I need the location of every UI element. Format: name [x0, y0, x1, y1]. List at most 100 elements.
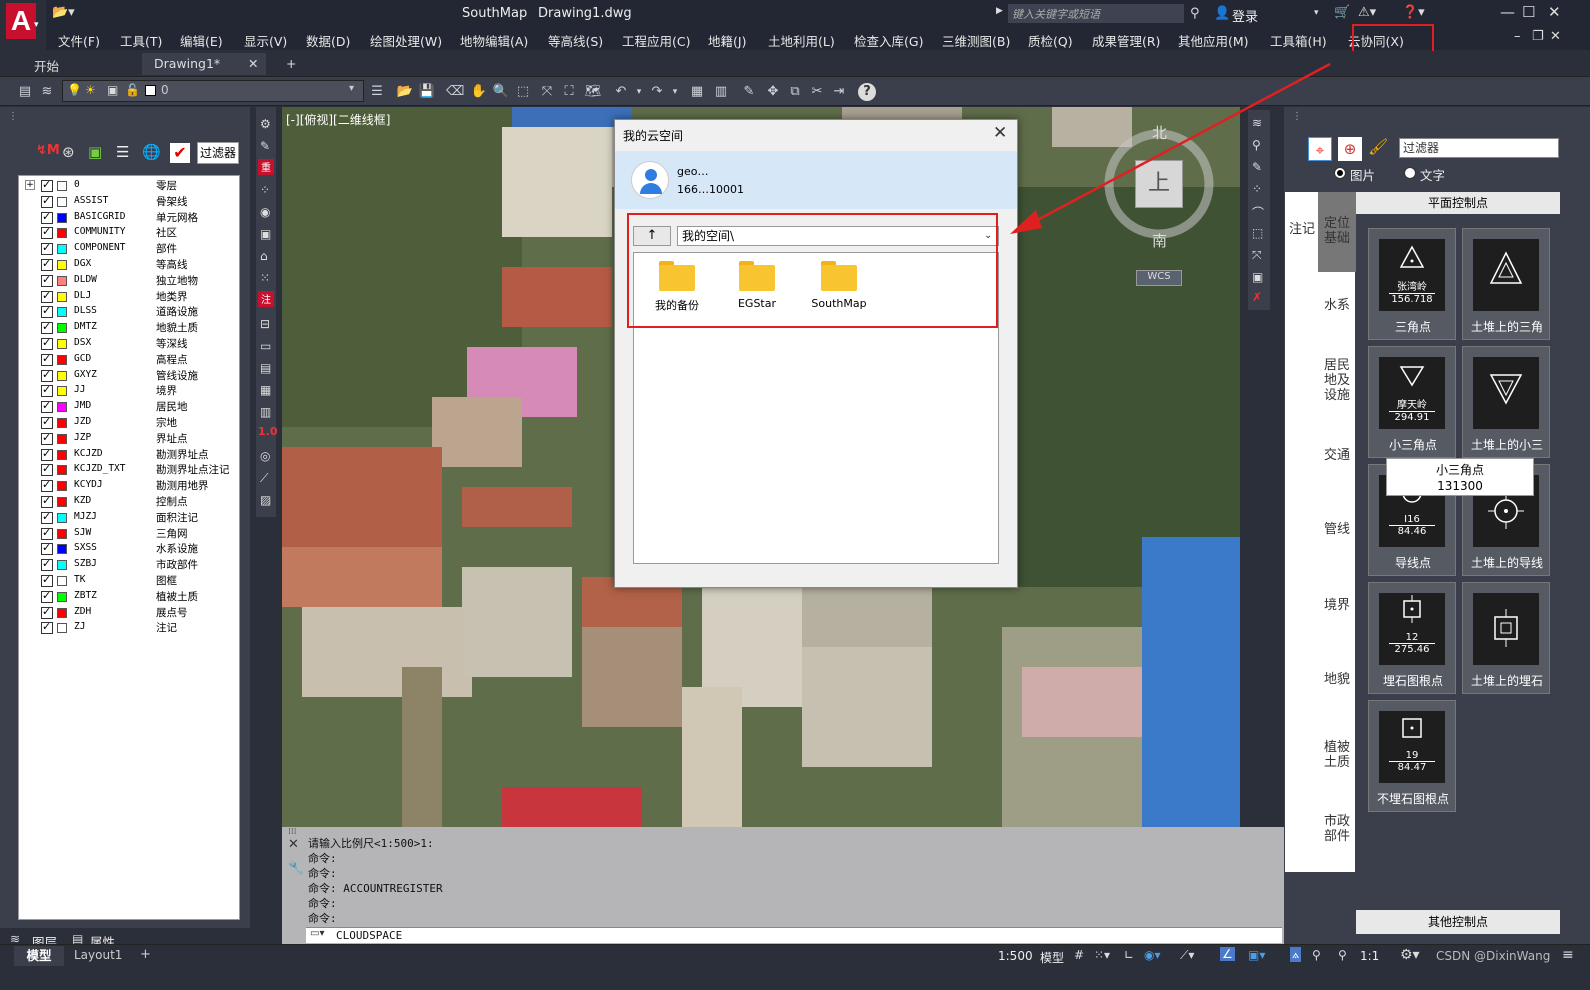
symbol-group-footer[interactable]: 其他控制点 — [1356, 910, 1560, 934]
symbol-minor-triangulation-point[interactable]: 摩天岭 294.91 小三角点 — [1368, 346, 1456, 458]
strip-tool-6-icon[interactable]: ⌂ — [260, 249, 268, 263]
redo-dropdown-icon[interactable]: ▾ — [666, 83, 684, 101]
menu-cadastre[interactable]: 地籍(J) — [708, 31, 746, 50]
annotation-icon[interactable]: ⟑ — [1290, 947, 1302, 962]
category-pipeline[interactable]: 管线 — [1318, 522, 1356, 537]
layer-row[interactable]: TK 图框 — [19, 573, 241, 589]
menu-tools[interactable]: 工具(T) — [120, 31, 162, 50]
strip-note-icon[interactable]: 注 — [258, 291, 274, 307]
layer-row[interactable]: JJ 境界 — [19, 383, 241, 399]
layer-visibility-checkbox[interactable] — [41, 620, 53, 635]
layer-color-swatch[interactable] — [57, 291, 67, 302]
layer-visibility-checkbox[interactable] — [41, 399, 53, 414]
symbol-buried-on-mound[interactable]: 土堆上的埋石 — [1462, 582, 1550, 694]
layer-visibility-checkbox[interactable] — [41, 257, 53, 271]
layer-visibility-checkbox[interactable] — [41, 478, 53, 493]
layer-color-swatch[interactable] — [57, 623, 67, 634]
strip-tool-13-icon[interactable]: ◎ — [260, 449, 270, 463]
strip-tool-10-icon[interactable]: ▤ — [260, 361, 271, 375]
layer-row[interactable]: BASICGRID 单元网格 — [19, 210, 241, 226]
strip-tool-11-icon[interactable]: ▦ — [260, 383, 271, 397]
extend-icon[interactable]: ⇥ — [830, 83, 848, 101]
view-cube-top[interactable]: 上 — [1135, 160, 1183, 208]
layer-color-swatch[interactable] — [57, 465, 67, 476]
layer-visibility-checkbox[interactable] — [41, 225, 53, 240]
zoom-previous-icon[interactable]: ⛶ — [560, 83, 578, 101]
layer-visibility-checkbox[interactable] — [41, 320, 53, 335]
layer-visibility-checkbox[interactable] — [41, 194, 53, 208]
ortho-icon[interactable]: ∟ — [1124, 948, 1134, 962]
annotation-visibility-icon[interactable]: ⚲ — [1338, 948, 1347, 962]
layer-color-swatch[interactable] — [57, 512, 67, 523]
menu-qc[interactable]: 质检(Q) — [1028, 31, 1073, 50]
login-dropdown-icon[interactable]: ▾ — [1314, 8, 1319, 18]
layer-row[interactable]: KCJZD 勘测界址点 — [19, 447, 241, 463]
calculator-icon[interactable]: ▦ — [688, 83, 706, 101]
layer-visibility-checkbox[interactable] — [41, 178, 53, 192]
strip-tool-15-icon[interactable]: ▨ — [260, 493, 271, 507]
customize-menu-icon[interactable]: ≡ — [1562, 947, 1574, 963]
menu-contour[interactable]: 等高线(S) — [548, 31, 603, 50]
right-tool-1-icon[interactable]: ≋ — [1252, 116, 1262, 130]
layer-row[interactable]: JMD 居民地 — [19, 399, 241, 415]
symbol-buried-control-point[interactable]: 12 275.46 埋石图根点 — [1368, 582, 1456, 694]
user-icon[interactable]: 👤 — [1214, 6, 1230, 21]
menu-3d[interactable]: 三维测图(B) — [942, 31, 1010, 50]
tab-close-icon[interactable]: ✕ — [248, 56, 258, 71]
layer-query-icon[interactable]: ⊛ — [62, 143, 75, 161]
layer-color-swatch[interactable] — [57, 591, 67, 602]
layer-row[interactable]: ZBTZ 植被土质 — [19, 589, 241, 605]
wcs-dropdown[interactable]: WCS — [1136, 270, 1182, 286]
doc-close-icon[interactable]: ✕ — [1550, 29, 1561, 44]
layer-row[interactable]: JZP 界址点 — [19, 431, 241, 447]
layer-visibility-checkbox[interactable] — [41, 447, 53, 461]
cmd-close-icon[interactable]: ✕ — [288, 837, 299, 852]
layer-color-swatch[interactable] — [57, 323, 67, 334]
expand-icon[interactable]: + — [25, 180, 35, 190]
tab-start[interactable]: 开始 — [22, 53, 71, 75]
strip-tool-4-icon[interactable]: ◉ — [260, 205, 270, 219]
symbol-triangulation-point[interactable]: 张湾岭 156.718 三角点 — [1368, 228, 1456, 340]
layer-row[interactable]: COMMUNITY 社区 — [19, 225, 241, 241]
layer-color-swatch[interactable] — [57, 607, 67, 618]
expand-arrow-icon[interactable]: ▶ — [996, 6, 1003, 16]
layer-visibility-checkbox[interactable] — [41, 510, 53, 524]
category-note[interactable]: 注记 — [1285, 222, 1319, 237]
category-transport[interactable]: 交通 — [1318, 448, 1356, 463]
right-panel-grip-icon[interactable]: ⋮ — [1292, 111, 1302, 122]
layer-color-swatch[interactable] — [57, 433, 67, 444]
layer-color-swatch[interactable] — [57, 528, 67, 539]
strip-tool-3-icon[interactable]: ⁘ — [260, 183, 270, 197]
crosshair-icon[interactable]: ⊕ — [1338, 137, 1362, 161]
layer-color-swatch[interactable] — [57, 497, 67, 507]
layer-visibility-checkbox[interactable] — [41, 304, 53, 319]
menu-display[interactable]: 显示(V) — [244, 31, 287, 50]
layer-row[interactable]: SZBJ 市政部件 — [19, 557, 241, 573]
globe-icon[interactable]: 🌐 — [142, 143, 161, 161]
grid-icon[interactable]: # — [1074, 948, 1084, 962]
cmd-settings-icon[interactable]: 🔧 — [288, 861, 304, 876]
layer-row[interactable]: GXYZ 管线设施 — [19, 368, 241, 384]
layer-row[interactable]: JZD 宗地 — [19, 415, 241, 431]
strip-tool-5-icon[interactable]: ▣ — [260, 227, 271, 241]
layer-row[interactable]: SJW 三角网 — [19, 526, 241, 542]
brush-icon[interactable]: 🖌 — [1368, 137, 1388, 156]
category-positioning[interactable]: 定位基础 — [1318, 216, 1356, 246]
layer-visibility-checkbox[interactable] — [41, 415, 53, 429]
category-residential[interactable]: 居民地及设施 — [1318, 358, 1356, 403]
open-folder-icon[interactable]: 📂▾ — [52, 5, 75, 20]
tab-add-button[interactable]: + — [274, 53, 308, 75]
layer-color-swatch[interactable] — [57, 481, 67, 492]
workspace-gear-icon[interactable]: ⚙▾ — [1400, 947, 1420, 963]
binoculars-icon[interactable]: ⚲ — [1190, 6, 1200, 21]
toolbar-help-icon[interactable]: ? — [858, 83, 876, 101]
strip-tool-12-icon[interactable]: ▥ — [260, 405, 271, 419]
layer-manager-icon[interactable]: ▤ — [16, 83, 34, 101]
layer-color-swatch[interactable] — [57, 544, 67, 555]
layer-visibility-checkbox[interactable] — [41, 289, 53, 303]
layer-color-swatch[interactable] — [57, 418, 67, 428]
menu-edit[interactable]: 编辑(E) — [180, 31, 223, 50]
layer-visibility-checkbox[interactable] — [41, 273, 53, 287]
right-tool-5-icon[interactable]: ⌒ — [1252, 204, 1264, 221]
layer-row[interactable]: COMPONENT 部件 — [19, 241, 241, 257]
